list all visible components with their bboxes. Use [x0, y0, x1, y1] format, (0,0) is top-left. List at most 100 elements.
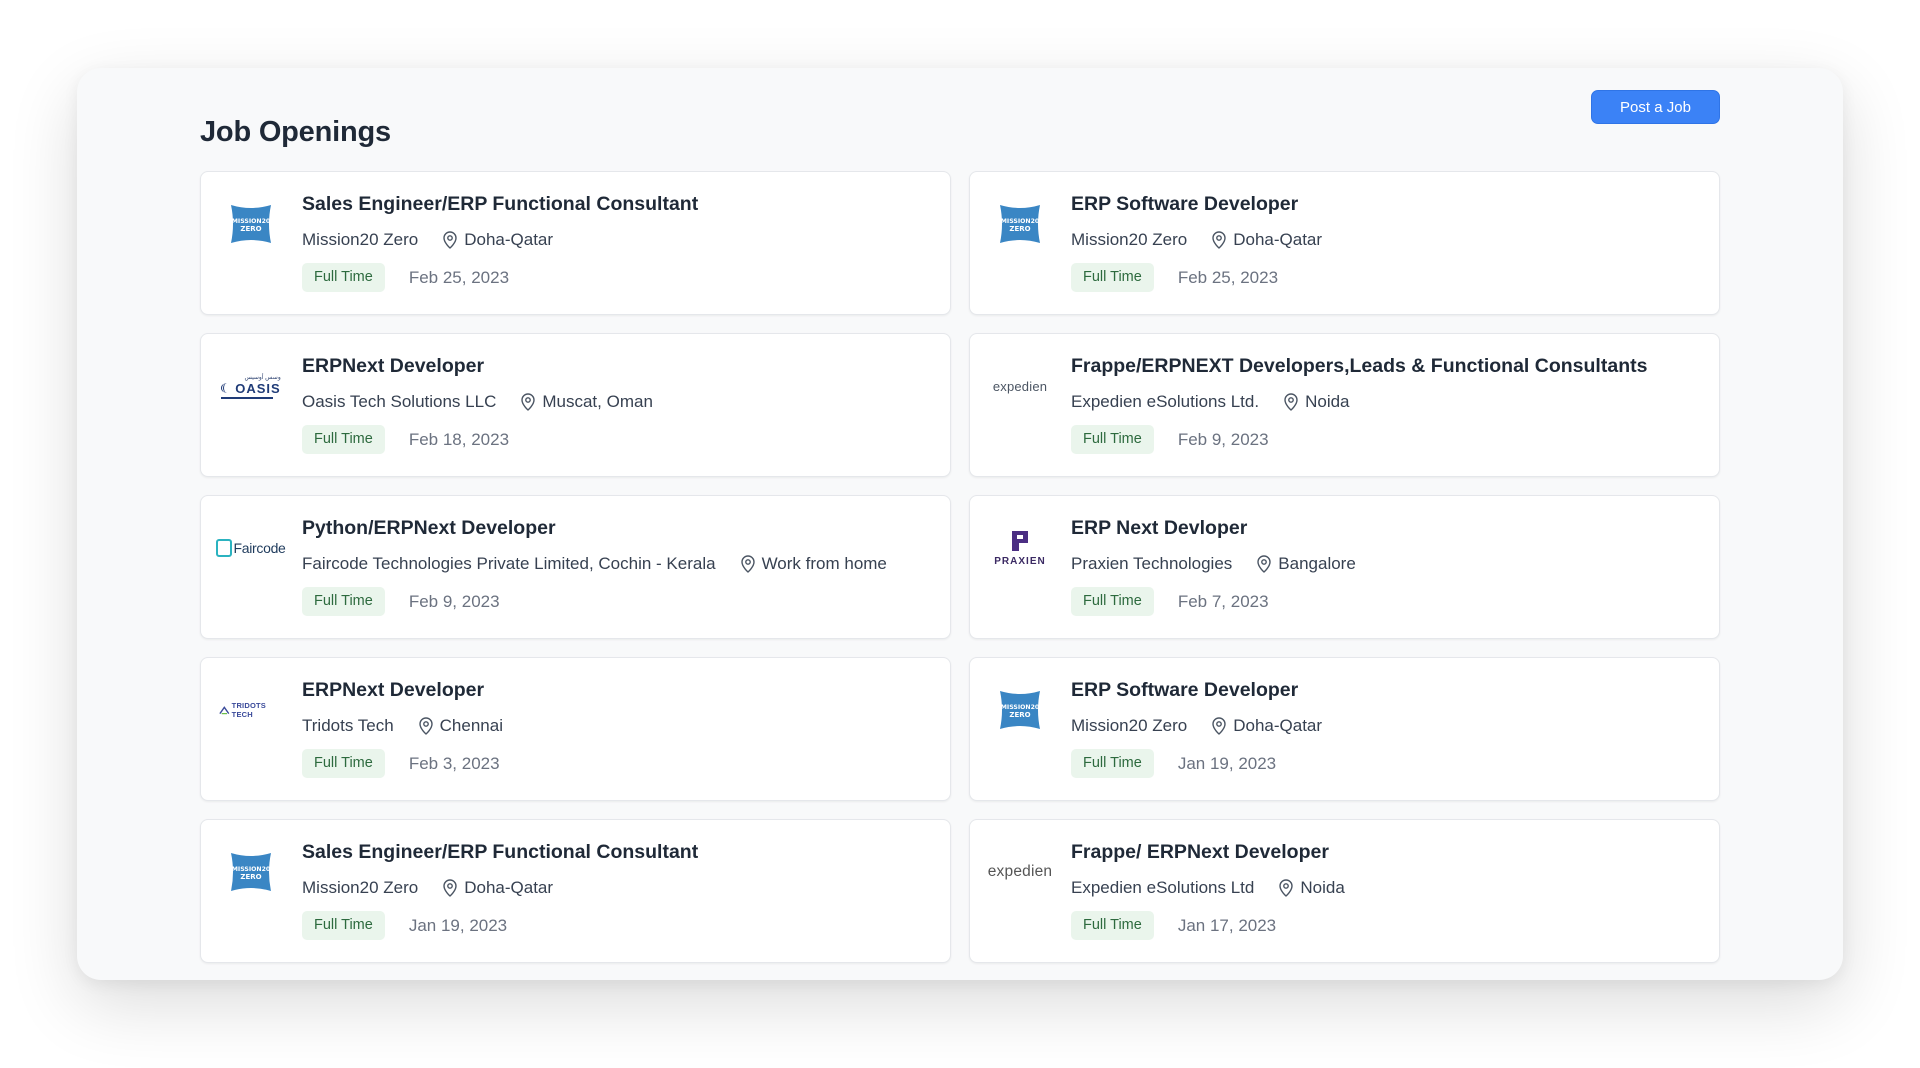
job-card[interactable]: expedien Frappe/ ERPNext Developer Exped… [969, 819, 1720, 963]
job-title[interactable]: ERPNext Developer [302, 354, 934, 378]
job-type-badge: Full Time [1071, 425, 1154, 454]
job-location: Bangalore [1278, 554, 1356, 573]
svg-text:MISSION20: MISSION20 [232, 218, 271, 225]
svg-text:MISSION20: MISSION20 [1001, 704, 1040, 711]
job-card[interactable]: expedien Frappe/ERPNEXT Developers,Leads… [969, 333, 1720, 477]
job-card[interactable]: MISSION20 ZERO Sales Engineer/ERP Functio… [200, 819, 951, 963]
job-location: Doha-Qatar [1233, 230, 1323, 249]
job-card[interactable]: PRAXIEN ERP Next Devloper Praxien Techno… [969, 495, 1720, 639]
company-name: Praxien Technologies [1071, 554, 1233, 573]
company-logo: وسس أوسيس OASIS [219, 362, 283, 410]
company-logo: expedien [988, 362, 1052, 410]
posted-date: Feb 25, 2023 [1177, 267, 1279, 287]
job-type-badge: Full Time [302, 749, 385, 778]
company-logo: expedien [988, 848, 1052, 896]
company-logo: MISSION20 ZERO [219, 200, 283, 248]
job-location: Chennai [439, 716, 503, 735]
svg-text:ZERO: ZERO [240, 873, 261, 881]
post-job-button[interactable]: Post a Job [1591, 90, 1720, 124]
job-list: MISSION20 ZERO Sales Engineer/ERP Functio… [200, 171, 1720, 963]
job-card[interactable]: وسس أوسيس OASIS ERPNext Developer Oasis T… [200, 333, 951, 477]
map-pin-icon [1279, 879, 1294, 897]
company-logo: Faircode [216, 524, 286, 572]
map-pin-icon [1212, 231, 1226, 249]
posted-date: Feb 9, 2023 [408, 591, 500, 611]
company-name: Mission20 Zero [1071, 230, 1188, 249]
job-type-badge: Full Time [302, 587, 385, 616]
page-header: Job Openings Post a Job [200, 90, 1720, 150]
job-type-badge: Full Time [1071, 911, 1154, 940]
mission20-logo-icon: MISSION20ZERO [1000, 691, 1040, 729]
map-pin-icon [443, 231, 457, 249]
job-type-badge: Full Time [302, 425, 385, 454]
job-card[interactable]: TRIDOTS TECH ERPNext Developer Tridots T… [200, 657, 951, 801]
company-name: Faircode Technologies Private Limited, C… [302, 554, 716, 573]
tridots-logo-icon: TRIDOTS TECH [219, 701, 283, 719]
praxien-logo-icon: PRAXIEN [994, 529, 1045, 567]
job-location: Doha-Qatar [464, 878, 554, 897]
page-title: Job Openings [200, 116, 391, 148]
job-location: Doha-Qatar [1233, 716, 1323, 735]
expedien-logo-icon: expedien [987, 863, 1053, 880]
map-pin-icon [521, 393, 536, 411]
job-type-badge: Full Time [302, 263, 385, 292]
job-card[interactable]: Faircode Python/ERPNext Developer Fairco… [200, 495, 951, 639]
job-title[interactable]: ERP Next Devloper [1071, 516, 1703, 540]
svg-text:ZERO: ZERO [1009, 225, 1030, 233]
posted-date: Feb 9, 2023 [1177, 429, 1269, 449]
posted-date: Jan 19, 2023 [1177, 753, 1277, 773]
map-pin-icon [1257, 555, 1271, 573]
posted-date: Feb 7, 2023 [1177, 591, 1269, 611]
job-card[interactable]: MISSION20 ZERO ERP Software Developer Mis… [969, 657, 1720, 801]
job-title[interactable]: Frappe/ERPNEXT Developers,Leads & Functi… [1071, 354, 1703, 378]
job-type-badge: Full Time [1071, 587, 1154, 616]
job-type-badge: Full Time [1071, 749, 1154, 778]
company-logo: MISSION20 ZERO [219, 848, 283, 896]
mission20-logo-icon: MISSION20ZERO [231, 853, 271, 891]
job-title[interactable]: ERPNext Developer [302, 678, 934, 702]
company-name: Oasis Tech Solutions LLC [302, 392, 497, 411]
job-title[interactable]: Sales Engineer/ERP Functional Consultant [302, 840, 934, 864]
expedien-logo-icon: expedien [992, 378, 1048, 394]
svg-text:MISSION20: MISSION20 [1001, 218, 1040, 225]
job-location: Noida [1305, 392, 1350, 411]
company-logo: TRIDOTS TECH [219, 686, 283, 734]
company-logo: PRAXIEN [988, 524, 1052, 572]
company-name: Mission20 Zero [1071, 716, 1188, 735]
mission20-logo-icon: MISSION20ZERO [1000, 205, 1040, 243]
oasis-logo-icon: وسس أوسيس OASIS [221, 374, 281, 399]
job-location: Doha-Qatar [464, 230, 554, 249]
company-logo: MISSION20 ZERO [988, 686, 1052, 734]
job-title[interactable]: Sales Engineer/ERP Functional Consultant [302, 192, 934, 216]
company-name: Expedien eSolutions Ltd [1071, 878, 1255, 897]
job-card[interactable]: MISSION20 ZERO ERP Software Developer Mis… [969, 171, 1720, 315]
company-name: Mission20 Zero [302, 230, 419, 249]
posted-date: Jan 17, 2023 [1177, 915, 1277, 935]
company-name: Mission20 Zero [302, 878, 419, 897]
svg-text:ZERO: ZERO [1009, 711, 1030, 719]
company-logo: MISSION20 ZERO [988, 200, 1052, 248]
map-pin-icon [1212, 717, 1226, 735]
job-location: Noida [1300, 878, 1345, 897]
posted-date: Jan 19, 2023 [408, 915, 508, 935]
company-name: Expedien eSolutions Ltd. [1071, 392, 1260, 411]
map-pin-icon [1284, 393, 1298, 411]
job-location: Work from home [761, 554, 887, 573]
map-pin-icon [443, 879, 457, 897]
mission20-logo-icon: MISSION20ZERO [231, 205, 271, 243]
job-title[interactable]: Python/ERPNext Developer [302, 516, 934, 540]
job-card[interactable]: MISSION20 ZERO Sales Engineer/ERP Functio… [200, 171, 951, 315]
job-location: Muscat, Oman [542, 392, 653, 411]
faircode-logo-icon: Faircode [216, 539, 286, 557]
job-type-badge: Full Time [1071, 263, 1154, 292]
posted-date: Feb 25, 2023 [408, 267, 510, 287]
map-pin-icon [740, 555, 755, 573]
app-window: Job Openings Post a Job MISSION20 ZERO Sa… [77, 68, 1843, 980]
job-title[interactable]: ERP Software Developer [1071, 192, 1703, 216]
svg-text:MISSION20: MISSION20 [232, 866, 271, 873]
posted-date: Feb 3, 2023 [408, 753, 500, 773]
company-name: Tridots Tech [302, 716, 394, 735]
job-type-badge: Full Time [302, 911, 385, 940]
job-title[interactable]: Frappe/ ERPNext Developer [1071, 840, 1703, 864]
job-title[interactable]: ERP Software Developer [1071, 678, 1703, 702]
